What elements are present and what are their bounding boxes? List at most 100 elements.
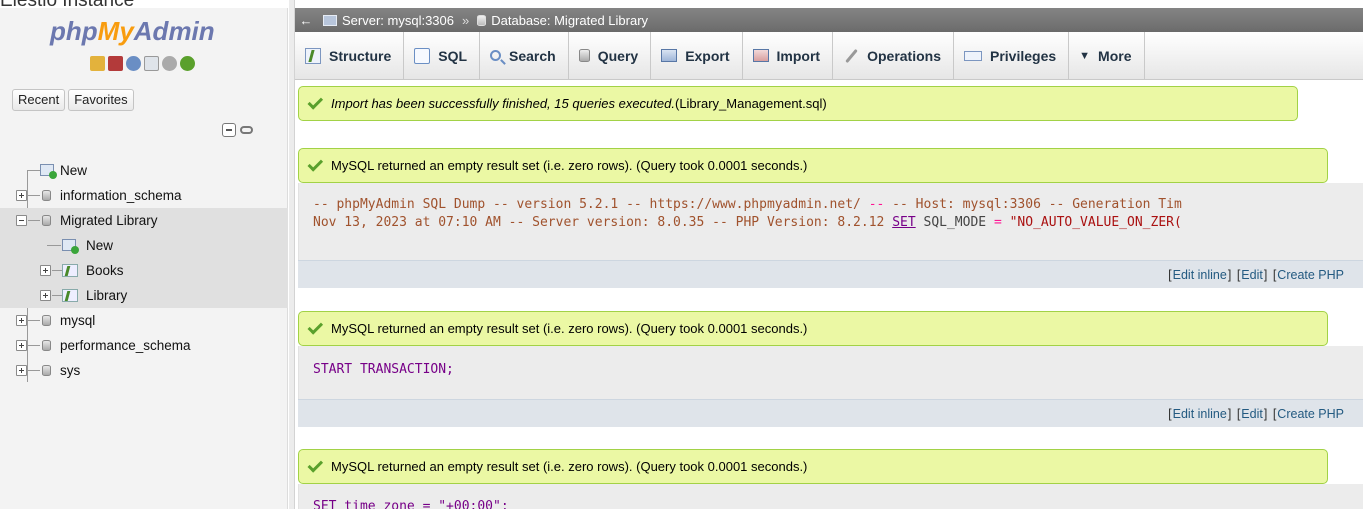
create-php-link[interactable]: Create PHP <box>1277 268 1363 282</box>
tab-sql[interactable]: SQL <box>404 32 481 79</box>
breadcrumb-server[interactable]: Server: mysql:3306 <box>317 13 460 28</box>
export-icon <box>661 49 678 62</box>
query-actions: [Edit inline] [Edit] [Create PHP <box>298 399 1363 427</box>
breadcrumb-database[interactable]: Database: Migrated Library <box>471 13 654 28</box>
tree-item-performance-schema[interactable]: performance_schema <box>0 333 288 358</box>
tab-label: Structure <box>329 47 392 64</box>
import-file-name: (Library_Management.sql) <box>674 96 827 111</box>
tree-item-books[interactable]: Books <box>0 258 288 283</box>
edit-link[interactable]: Edit <box>1241 268 1263 282</box>
sql-text: SQL_MODE <box>915 215 994 230</box>
new-table-icon <box>62 239 79 254</box>
privileges-icon <box>964 50 982 61</box>
query-result-message: MySQL returned an empty result set (i.e.… <box>298 449 1328 484</box>
tab-privileges[interactable]: Privileges <box>954 32 1070 79</box>
tree-item-information-schema[interactable]: information_schema <box>0 183 288 208</box>
sql-comment-dash: -- <box>868 197 885 212</box>
table-icon <box>62 289 78 302</box>
bracket: ] <box>1263 406 1268 421</box>
expand-icon[interactable] <box>16 365 27 376</box>
expand-icon[interactable] <box>16 315 27 326</box>
wrench-icon <box>843 48 859 64</box>
result-text: MySQL returned an empty result set (i.e.… <box>331 321 808 336</box>
database-icon <box>42 315 51 326</box>
collapse-icon[interactable] <box>16 215 27 226</box>
sql-comment: -- phpMyAdmin SQL Dump -- version 5.2.1 … <box>313 197 869 212</box>
sql-string: "NO_AUTO_VALUE_ON_ZER( <box>1001 215 1182 230</box>
query-result-message: MySQL returned an empty result set (i.e.… <box>298 311 1328 346</box>
tab-label: Operations <box>867 47 941 64</box>
home-icon[interactable] <box>90 56 105 71</box>
edit-inline-link[interactable]: Edit inline <box>1173 407 1227 421</box>
reload-icon[interactable] <box>180 56 195 71</box>
docs-icon[interactable] <box>144 56 159 71</box>
tab-structure[interactable]: Structure <box>295 32 405 79</box>
tab-label: Import <box>776 47 821 64</box>
tab-label: More <box>1098 47 1132 64</box>
check-icon <box>307 155 324 172</box>
help-icon[interactable] <box>126 56 141 71</box>
tab-operations[interactable]: Operations <box>833 32 954 79</box>
tree-label: New <box>86 238 114 253</box>
tab-query[interactable]: Query <box>569 32 652 79</box>
new-database-icon <box>40 164 57 179</box>
check-icon <box>307 93 324 110</box>
query-result-message: MySQL returned an empty result set (i.e.… <box>298 148 1328 183</box>
bracket: ] <box>1227 406 1232 421</box>
query-actions: [Edit inline] [Edit] [Create PHP <box>298 260 1363 288</box>
tab-search[interactable]: Search <box>480 32 569 79</box>
sql-query-box: START TRANSACTION; <box>298 346 1363 399</box>
database-icon <box>42 365 51 376</box>
caret-down-icon: ▼ <box>1079 49 1091 62</box>
link-with-main-icon[interactable] <box>240 126 253 134</box>
server-icon <box>323 14 337 26</box>
edit-inline-link[interactable]: Edit inline <box>1173 268 1227 282</box>
query-icon <box>578 49 590 62</box>
expand-icon[interactable] <box>16 190 27 201</box>
edit-link[interactable]: Edit <box>1241 407 1263 421</box>
tab-label: Export <box>685 47 730 64</box>
expand-icon[interactable] <box>16 340 27 351</box>
structure-icon <box>305 47 321 64</box>
favorites-button[interactable]: Favorites <box>68 89 134 111</box>
tree-label: Migrated Library <box>60 213 158 228</box>
sql-query-box: -- phpMyAdmin SQL Dump -- version 5.2.1 … <box>298 183 1363 260</box>
tree-item-new[interactable]: New <box>0 158 288 183</box>
logout-icon[interactable] <box>108 56 123 71</box>
create-php-link[interactable]: Create PHP <box>1277 407 1363 421</box>
breadcrumb-server-label: Server: mysql:3306 <box>342 12 454 28</box>
expand-icon[interactable] <box>40 265 51 276</box>
sql-query-box: SET time_zone = "+00:00"; <box>298 484 1363 509</box>
back-arrow-icon[interactable]: ← <box>295 13 317 28</box>
tree-item-migrated-library[interactable]: Migrated Library <box>0 208 288 233</box>
tab-import[interactable]: Import <box>743 32 834 79</box>
database-tabs: Structure SQL Search Query Export Import… <box>295 32 1363 80</box>
tab-label: Query <box>597 47 639 64</box>
tab-more[interactable]: ▼ More <box>1069 32 1145 79</box>
main-content: Import has been successfully finished, 1… <box>298 86 1363 509</box>
phpmyadmin-logo[interactable]: phpMyAdmin <box>50 16 215 47</box>
sql-line: START TRANSACTION; <box>313 362 454 377</box>
tree-item-ml-new[interactable]: New <box>0 233 288 258</box>
breadcrumb-database-label: Database: Migrated Library <box>491 12 649 28</box>
tab-export[interactable]: Export <box>651 32 743 79</box>
settings-icon[interactable] <box>162 56 177 71</box>
recent-favorites-tabs: Recent Favorites <box>12 89 134 111</box>
recent-button[interactable]: Recent <box>12 89 66 111</box>
expand-icon[interactable] <box>40 290 51 301</box>
logo-php: php <box>50 16 98 46</box>
result-text: MySQL returned an empty result set (i.e.… <box>331 459 808 474</box>
tree-item-sys[interactable]: sys <box>0 358 288 383</box>
tree-item-mysql[interactable]: mysql <box>0 308 288 333</box>
tree-item-library[interactable]: Library <box>0 283 288 308</box>
result-text: MySQL returned an empty result set (i.e.… <box>331 158 808 173</box>
sql-keyword: START TRANSACTION; <box>313 362 454 377</box>
sql-line: -- phpMyAdmin SQL Dump -- version 5.2.1 … <box>313 197 1182 212</box>
collapse-all-icon[interactable] <box>222 123 236 137</box>
logo-my: My <box>97 16 134 46</box>
tree-label: New <box>60 163 88 178</box>
sql-operator: = <box>993 215 1002 230</box>
check-icon <box>307 456 324 473</box>
import-success-message: Import has been successfully finished, 1… <box>298 86 1298 121</box>
tab-label: Search <box>509 47 556 64</box>
